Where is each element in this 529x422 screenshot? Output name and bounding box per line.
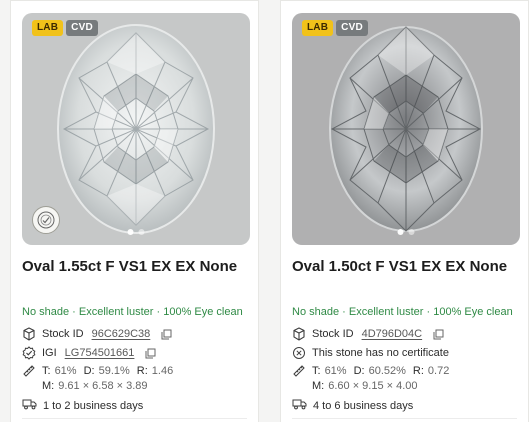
depth-label: D:	[353, 365, 365, 377]
stock-id-row: Stock ID 96C629C38	[22, 327, 172, 341]
proportions-row: T: 61% D: 60.52% R: 0.72	[292, 364, 456, 378]
certificate-seal-icon	[32, 206, 60, 234]
measurements-row: M: 6.60 × 9.15 × 4.00	[312, 380, 425, 392]
table-value: 61%	[324, 365, 347, 377]
product-card-oval-155[interactable]: LAB CVD Oval 1.55ct F VS1 EX EX None No …	[10, 0, 259, 422]
measurements-label: M:	[312, 380, 325, 392]
delivery-text: 4 to 6 business days	[313, 399, 414, 412]
table-value: 61%	[54, 365, 77, 377]
ratio-value: 1.46	[151, 365, 174, 377]
quality-summary: No shade · Excellent luster · 100% Eye c…	[22, 306, 243, 318]
copy-icon[interactable]	[144, 347, 156, 359]
lab-badge: LAB	[32, 20, 64, 36]
depth-value: 59.1%	[98, 365, 130, 377]
copy-icon[interactable]	[432, 328, 444, 340]
measurements-row: M: 9.61 × 6.58 × 3.89	[42, 380, 155, 392]
ratio-label: R:	[412, 365, 424, 377]
table-label: T:	[42, 365, 51, 377]
measurements-label: M:	[42, 380, 55, 392]
truck-icon	[292, 398, 307, 413]
close-circle-icon	[292, 346, 306, 360]
verified-badge-icon	[22, 346, 36, 360]
ratio-label: R:	[136, 365, 148, 377]
copy-icon[interactable]	[160, 328, 172, 340]
divider	[292, 418, 517, 419]
depth-value: 60.52%	[368, 365, 406, 377]
product-title[interactable]: Oval 1.50ct F VS1 EX EX None	[292, 258, 522, 275]
carousel-dots[interactable]	[397, 229, 415, 235]
diamond-image-carousel[interactable]: LAB CVD	[292, 13, 520, 245]
ratio-value: 0.72	[427, 365, 450, 377]
divider	[22, 418, 247, 419]
stock-id-link[interactable]: 96C629C38	[92, 328, 151, 340]
ruler-icon	[22, 364, 36, 378]
cvd-badge: CVD	[66, 20, 98, 36]
diamond-image-carousel[interactable]: LAB CVD	[22, 13, 250, 245]
measurements-value: 6.60 × 9.15 × 4.00	[328, 380, 418, 392]
quality-summary: No shade · Excellent luster · 100% Eye c…	[292, 306, 513, 318]
badge-group: LAB CVD	[302, 20, 368, 36]
proportions-row: T: 61% D: 59.1% R: 1.46	[22, 364, 180, 378]
stock-id-label: Stock ID	[42, 328, 84, 340]
carousel-dot-1[interactable]	[397, 229, 404, 235]
table-label: T:	[312, 365, 321, 377]
certificate-row: IGI LG754501661	[22, 346, 156, 360]
delivery-row: 1 to 2 business days	[22, 398, 143, 413]
oval-diamond-image	[329, 26, 483, 232]
box-icon	[22, 327, 36, 341]
product-title[interactable]: Oval 1.55ct F VS1 EX EX None	[22, 258, 252, 275]
carousel-dot-2[interactable]	[408, 229, 415, 235]
cvd-badge: CVD	[336, 20, 368, 36]
badge-group: LAB CVD	[32, 20, 98, 36]
stock-id-row: Stock ID 4D796D04C	[292, 327, 444, 341]
certificate-row: This stone has no certificate	[292, 346, 449, 360]
delivery-text: 1 to 2 business days	[43, 399, 144, 412]
no-certificate-text: This stone has no certificate	[312, 347, 449, 359]
delivery-row: 4 to 6 business days	[292, 398, 413, 413]
product-card-oval-150[interactable]: LAB CVD Oval 1.50ct F VS1 EX EX None No …	[280, 0, 529, 422]
truck-icon	[22, 398, 37, 413]
certificate-link[interactable]: LG754501661	[65, 347, 135, 359]
carousel-dots[interactable]	[127, 229, 145, 235]
carousel-dot-1[interactable]	[127, 229, 134, 235]
lab-badge: LAB	[302, 20, 334, 36]
carousel-dot-2[interactable]	[138, 229, 145, 235]
stock-id-label: Stock ID	[312, 328, 354, 340]
certificate-lab: IGI	[42, 347, 57, 359]
measurements-value: 9.61 × 6.58 × 3.89	[58, 380, 148, 392]
oval-diamond-image	[57, 24, 215, 234]
stock-id-link[interactable]: 4D796D04C	[362, 328, 423, 340]
box-icon	[292, 327, 306, 341]
diamond-listing-grid: LAB CVD Oval 1.55ct F VS1 EX EX None No …	[0, 0, 529, 422]
ruler-icon	[292, 364, 306, 378]
depth-label: D:	[83, 365, 95, 377]
